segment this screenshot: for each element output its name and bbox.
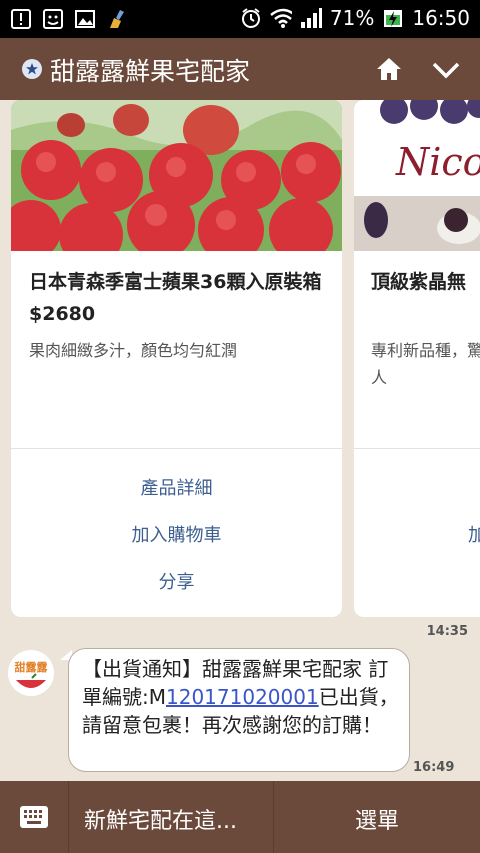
wifi-icon [270, 7, 292, 29]
product-detail-button[interactable]: 產品詳細 [11, 474, 342, 500]
status-right: 71% 16:50 [240, 6, 470, 30]
order-number-link[interactable]: 120171020001 [166, 685, 319, 709]
product-description: 專利新品種，驚人 [371, 341, 480, 387]
divider [354, 448, 480, 449]
product-card-apple: 日本青森季富士蘋果36顆入原裝箱 $2680 果肉細緻多汁，顏色均勻紅潤 產品詳… [11, 100, 342, 617]
divider [11, 448, 342, 449]
image-text: Nico [396, 140, 480, 184]
image-icon [74, 8, 96, 30]
battery-charging-icon [382, 7, 404, 29]
clean-icon [106, 8, 128, 30]
add-to-cart-button[interactable]: 加 [468, 521, 480, 547]
apple-product-image [11, 100, 342, 251]
product-description: 果肉細緻多汁，顏色均勻紅潤 [29, 341, 238, 360]
face-icon [42, 8, 64, 30]
message-bubble: 【出貨通知】甜露露鮮果宅配家 訂單編號:M120171020001已出貨，請留意… [68, 648, 410, 772]
avatar[interactable]: 甜露露 [8, 650, 54, 696]
battery-percent: 71% [329, 6, 375, 30]
status-bar: 71% 16:50 [0, 0, 480, 38]
home-icon[interactable] [374, 54, 404, 84]
grape-product-image: Nico [354, 100, 480, 251]
product-card-grape: Nico 頂級紫晶無 專利新品種，驚人 加 [354, 100, 480, 617]
bottom-bar: 新鮮宅配在這... 選單 [0, 781, 480, 853]
alarm-icon [240, 7, 262, 29]
chat-header: 甜露露鮮果宅配家 [0, 38, 480, 100]
add-to-cart-button[interactable]: 加入購物車 [11, 521, 342, 547]
menu-button[interactable]: 選單 [274, 803, 480, 835]
page-title: 甜露露鮮果宅配家 [50, 57, 251, 86]
divider [68, 781, 69, 853]
rich-menu-label[interactable]: 新鮮宅配在這... [84, 803, 237, 835]
notification-icons [10, 8, 128, 30]
star-badge-icon [22, 59, 42, 79]
avatar-text: 甜露露 [14, 661, 48, 674]
keyboard-icon[interactable] [0, 781, 68, 853]
alert-icon [10, 8, 32, 30]
product-title: 頂級紫晶無 [371, 271, 467, 293]
message-timestamp: 16:49 [413, 760, 455, 775]
share-button[interactable]: 分享 [11, 568, 342, 594]
message-timestamp: 14:35 [426, 624, 468, 639]
chevron-down-icon[interactable] [430, 54, 462, 84]
message-text: 【出貨通知】甜露露鮮果宅配家 訂單編號:M120171020001已出貨，請留意… [82, 655, 399, 739]
signal-icon [300, 7, 322, 29]
clock: 16:50 [412, 6, 470, 30]
product-title: 日本青森季富士蘋果36顆入原裝箱 $2680 [29, 271, 322, 325]
